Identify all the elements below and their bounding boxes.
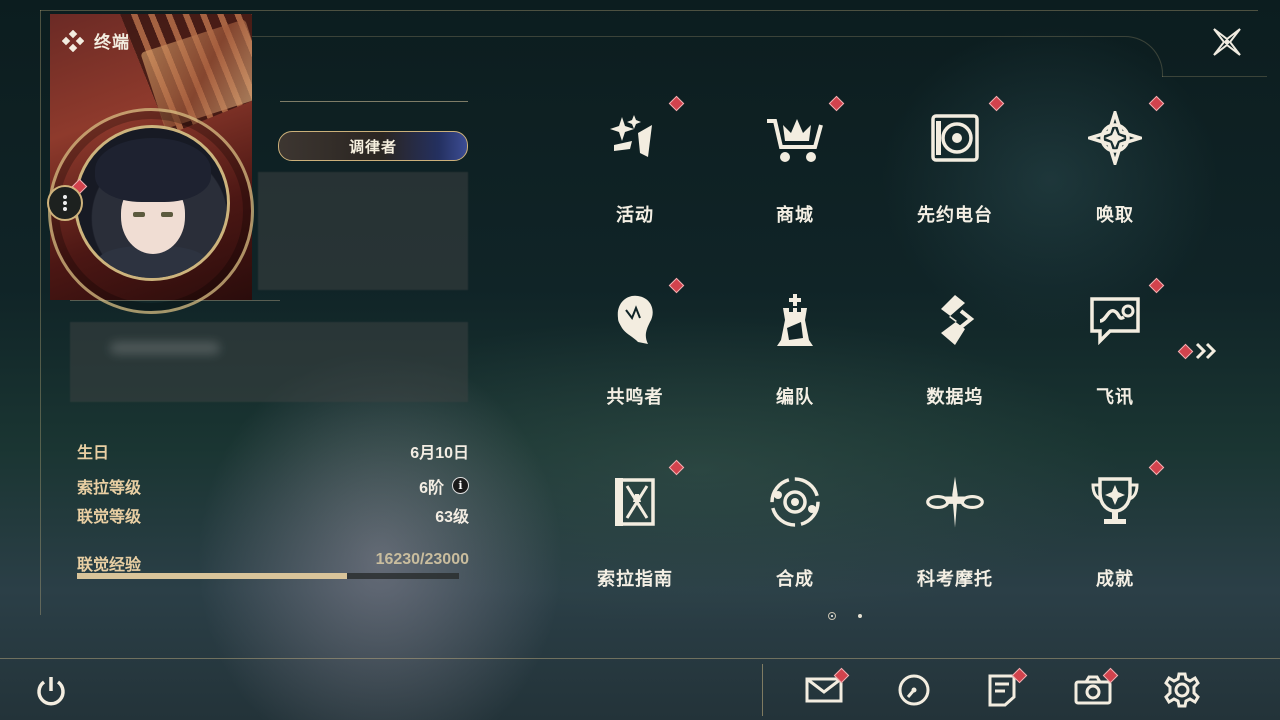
menu-item-data-bank[interactable]: 数据坞 [875, 270, 1035, 420]
stat-union-level: 联觉等级 63级 [77, 500, 469, 529]
frame-line [40, 10, 1258, 11]
frame-line [1162, 76, 1267, 77]
chat-message-icon [1085, 290, 1145, 350]
stat-value: 63级 [435, 508, 469, 526]
stat-value: 6月10日 [410, 444, 469, 462]
notification-badge [988, 95, 1005, 112]
compass-star-icon [1085, 108, 1145, 168]
divider [762, 664, 763, 716]
notification-badge [668, 459, 685, 476]
menu-item-label: 商城 [776, 205, 814, 225]
menu-item-messages[interactable]: 飞讯 [1035, 270, 1195, 420]
page-indicator [828, 612, 862, 620]
chess-rook-icon [765, 290, 825, 350]
motorbike-icon [925, 472, 985, 532]
terminal-title-label: 终端 [94, 33, 130, 52]
profile-stats: 生日 6月10日 索拉等级 6阶 i 联觉等级 63级 [77, 436, 469, 529]
power-button[interactable] [32, 672, 70, 710]
stat-key: 索拉等级 [77, 479, 142, 497]
sparkle-activity-icon [605, 108, 665, 168]
menu-item-convene[interactable]: 唤取 [1035, 88, 1195, 238]
page-dot-2[interactable] [858, 614, 862, 618]
more-options-button[interactable] [47, 185, 83, 221]
menu-item-label: 先约电台 [917, 205, 993, 225]
stat-sola-level: 索拉等级 6阶 i [77, 471, 469, 500]
menu-item-label: 唤取 [1096, 205, 1134, 225]
frame-line [0, 658, 1280, 659]
stat-key: 联觉等级 [77, 508, 142, 526]
synthesis-icon [765, 472, 825, 532]
menu-item-label: 活动 [616, 205, 654, 225]
notification-badge [668, 95, 685, 112]
menu-item-activity[interactable]: 活动 [555, 88, 715, 238]
notification-badge [668, 277, 685, 294]
menu-item-label: 合成 [776, 569, 814, 589]
radio-icon [925, 108, 985, 168]
menu-item-label: 科考摩托 [917, 569, 993, 589]
divider [280, 101, 468, 102]
blurred-signature-area [70, 322, 468, 402]
mail-button[interactable] [802, 667, 850, 712]
title-badge-label: 调律者 [348, 138, 397, 156]
menu-item-guidebook[interactable]: 索拉指南 [555, 452, 715, 602]
menu-item-label: 共鸣者 [606, 387, 664, 407]
menu-item-resonators[interactable]: 共鸣者 [555, 270, 715, 420]
exp-value: 16230/23000 [375, 551, 469, 568]
menu-item-synthesis[interactable]: 合成 [715, 452, 875, 602]
guide-book-icon [605, 472, 665, 532]
notification-badge [1148, 277, 1165, 294]
stat-key: 生日 [77, 444, 110, 462]
info-icon[interactable]: i [452, 477, 469, 494]
avatar[interactable] [74, 125, 230, 281]
menu-item-label: 数据坞 [926, 387, 984, 407]
notification-badge [828, 95, 845, 112]
exp-label: 联觉经验 [77, 557, 142, 574]
menu-item-label: 索拉指南 [597, 569, 673, 589]
notification-badge [1177, 343, 1194, 359]
menu-item-label: 飞讯 [1096, 387, 1134, 407]
more-vertical-icon [63, 195, 67, 211]
title-badge[interactable]: 调律者 [278, 131, 468, 161]
notes-icon [988, 674, 1016, 707]
page-dot-1[interactable] [828, 612, 836, 620]
double-chevron-right-icon [1195, 342, 1217, 360]
divider [70, 300, 280, 301]
stat-value: 6阶 [419, 479, 444, 497]
clock-icon [898, 674, 930, 706]
shopping-cart-icon [765, 108, 825, 168]
character-head-icon [605, 290, 665, 350]
settings-button[interactable] [1160, 668, 1204, 712]
menu-item-label: 成就 [1096, 569, 1134, 589]
notes-button[interactable] [980, 667, 1028, 712]
next-page-button[interactable] [1177, 338, 1222, 364]
blurred-name-area [258, 172, 468, 290]
stat-birthday: 生日 6月10日 [77, 436, 469, 465]
menu-item-shop[interactable]: 商城 [715, 88, 875, 238]
frame-line [40, 10, 41, 615]
data-bank-icon [925, 290, 985, 350]
trophy-icon [1085, 472, 1145, 532]
clock-button[interactable] [892, 668, 936, 712]
camera-button[interactable] [1071, 667, 1119, 712]
menu-grid: 活动 商城 先约电台 唤取 共鸣者 编队 数据坞 飞讯 索拉指南 合成 科考摩托… [555, 88, 1195, 628]
exp-progress-fill [77, 573, 347, 579]
menu-item-motorbike[interactable]: 科考摩托 [875, 452, 1035, 602]
terminal-diamonds-icon [62, 29, 84, 52]
menu-item-achievements[interactable]: 成就 [1035, 452, 1195, 602]
exp-progress-bar [77, 573, 459, 579]
menu-item-radio[interactable]: 先约电台 [875, 88, 1035, 238]
close-button[interactable] [1204, 22, 1250, 62]
menu-item-label: 编队 [776, 387, 814, 407]
page-title: 终端 [62, 28, 130, 53]
power-icon [37, 677, 65, 706]
frame-line [250, 36, 1163, 77]
notification-badge [1148, 459, 1165, 476]
close-icon [1213, 28, 1241, 56]
menu-item-team[interactable]: 编队 [715, 270, 875, 420]
notification-badge [1148, 95, 1165, 112]
gear-icon [1164, 672, 1200, 708]
